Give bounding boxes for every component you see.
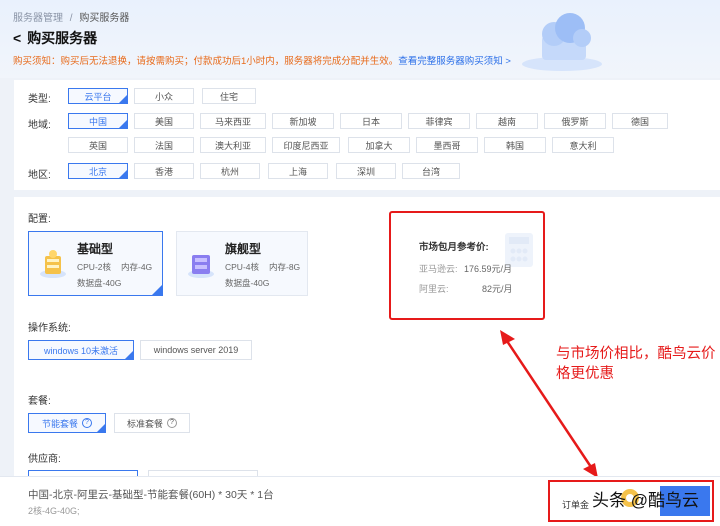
os-option-win10[interactable]: windows 10未激活: [28, 340, 134, 360]
breadcrumb-current: 购买服务器: [79, 13, 130, 24]
area-option[interactable]: 杭州: [200, 163, 260, 179]
page-title: 购买服务器: [27, 30, 98, 46]
breadcrumb: 服务器管理 / 购买服务器: [13, 9, 129, 24]
back-button[interactable]: < 购买服务器: [13, 28, 97, 48]
package-option-label: 节能套餐: [41, 418, 78, 429]
config-card-title: 基础型: [77, 242, 114, 256]
help-icon[interactable]: ?: [167, 418, 177, 428]
config-panel: 配置: 基础型 CPU-2核 内存-4G 数据盘-40G 旗舰型 CPU-4核 …: [14, 197, 720, 477]
flagship-server-icon: [188, 255, 214, 278]
region-option[interactable]: 日本: [340, 113, 402, 129]
market-price-title: 市场包月参考价:: [419, 242, 489, 253]
region-option[interactable]: 马来西亚: [200, 113, 266, 129]
region-option[interactable]: 墨西哥: [416, 137, 478, 153]
region-option[interactable]: 英国: [68, 137, 128, 153]
market-price-value: 82元/月: [482, 284, 513, 294]
market-price-value: 176.59元/月: [464, 264, 513, 274]
breadcrumb-parent[interactable]: 服务器管理: [13, 13, 63, 24]
annotation-text: 与市场价相比，酷鸟云价格更优惠: [556, 346, 716, 382]
help-icon[interactable]: ?: [82, 418, 92, 428]
area-option-beijing[interactable]: 北京: [68, 163, 128, 179]
region-option[interactable]: 意大利: [552, 137, 614, 153]
area-option[interactable]: 深圳: [336, 163, 396, 179]
package-option-standard[interactable]: 标准套餐 ?: [114, 413, 190, 433]
region-option[interactable]: 新加坡: [272, 113, 334, 129]
page-header: 服务器管理 / 购买服务器 < 购买服务器 购买须知：购买后无法退换，请按需购买；…: [0, 0, 720, 78]
area-label: 地区:: [28, 170, 51, 181]
market-price-name: 阿里云:: [419, 284, 449, 294]
config-label: 配置:: [28, 214, 51, 225]
region-option[interactable]: 德国: [612, 113, 668, 129]
region-option[interactable]: 中国: [68, 113, 128, 129]
order-summary-spec: 2核-4G-40G;: [28, 506, 80, 516]
config-card-mem: 内存-4G: [121, 262, 153, 272]
config-card-cpu: CPU-4核: [225, 262, 260, 272]
area-option[interactable]: 香港: [134, 163, 194, 179]
area-option[interactable]: 台湾: [402, 163, 460, 179]
config-card-disk: 数据盘-40G: [225, 278, 270, 288]
package-option-label: 标准套餐: [126, 418, 163, 429]
region-option[interactable]: 澳大利亚: [200, 137, 266, 153]
config-card-disk: 数据盘-40G: [77, 278, 122, 288]
basic-server-icon: [40, 250, 66, 278]
region-option[interactable]: 加拿大: [348, 137, 410, 153]
market-price-name: 亚马逊云:: [419, 264, 458, 274]
config-card-basic[interactable]: 基础型 CPU-2核 内存-4G 数据盘-40G: [28, 231, 163, 296]
package-option-eco[interactable]: 节能套餐 ?: [28, 413, 106, 433]
purchase-notice: 购买须知：购买后无法退换，请按需购买；付款成功后1小时内，服务器将完成分配并生效…: [13, 53, 511, 67]
os-option-winserver[interactable]: windows server 2019: [140, 340, 252, 360]
region-option[interactable]: 俄罗斯: [544, 113, 606, 129]
package-label: 套餐:: [28, 396, 51, 407]
area-option[interactable]: 上海: [268, 163, 328, 179]
region-option[interactable]: 美国: [134, 113, 194, 129]
region-option[interactable]: 印度尼西亚: [272, 137, 340, 153]
breadcrumb-separator: /: [69, 13, 73, 24]
order-total-label: 订单金: [562, 500, 590, 510]
type-option-cloud[interactable]: 云平台: [68, 88, 128, 104]
notice-link[interactable]: 查看完整服务器购买须知 >: [398, 56, 511, 67]
filter-panel: 类型: 云平台 小众 住宅 地域: 中国 美国 马来西亚 新加坡 日本 菲律宾 …: [14, 80, 720, 190]
region-option[interactable]: 法国: [134, 137, 194, 153]
type-option-niche[interactable]: 小众: [134, 88, 194, 104]
region-label: 地域:: [28, 120, 51, 131]
cloud-illustration-icon: [522, 13, 602, 71]
notice-text: 购买须知：购买后无法退换，请按需购买；付款成功后1小时内，服务器将完成分配并生效…: [13, 56, 399, 67]
market-price-box: 市场包月参考价: 亚马逊云: 176.59元/月 阿里云: 82元/月: [389, 211, 545, 320]
supplier-label: 供应商:: [28, 454, 61, 465]
config-card-title: 旗舰型: [225, 242, 262, 256]
config-card-cpu: CPU-2核: [77, 262, 112, 272]
watermark-text: 头条 @酷鸟云: [592, 491, 699, 510]
type-option-residential[interactable]: 住宅: [202, 88, 256, 104]
region-option[interactable]: 菲律宾: [408, 113, 470, 129]
config-card-mem: 内存-8G: [269, 262, 301, 272]
region-option[interactable]: 韩国: [484, 137, 546, 153]
type-label: 类型:: [28, 94, 51, 105]
order-summary-title: 中国-北京-阿里云-基础型-节能套餐(60H) * 30天 * 1台: [28, 489, 274, 501]
region-option[interactable]: 越南: [476, 113, 538, 129]
chevron-left-icon: <: [13, 30, 22, 46]
config-card-flagship[interactable]: 旗舰型 CPU-4核 内存-8G 数据盘-40G: [176, 231, 308, 296]
os-label: 操作系统:: [28, 323, 71, 334]
